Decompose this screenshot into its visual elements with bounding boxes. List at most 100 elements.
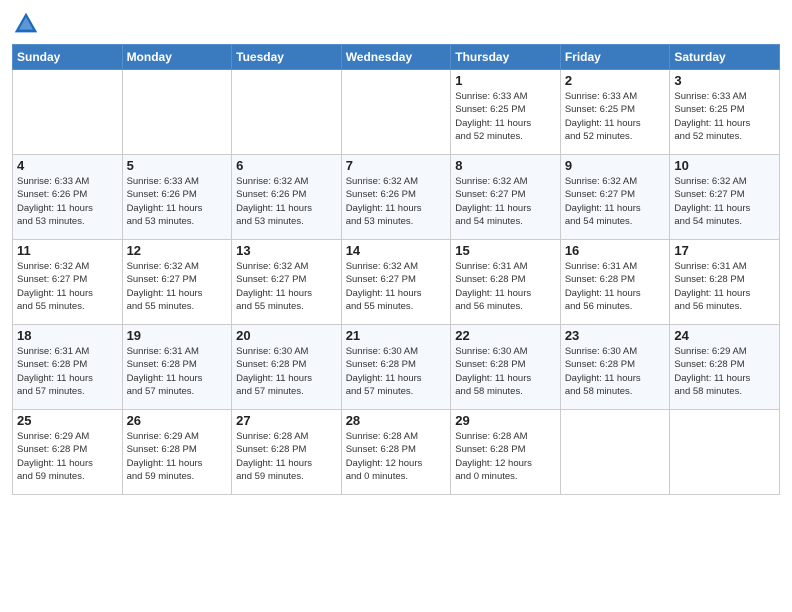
calendar-week-3: 11 Sunrise: 6:32 AMSunset: 6:27 PMDayligh… [13,240,780,325]
calendar-cell: 26 Sunrise: 6:29 AMSunset: 6:28 PMDayligh… [122,410,232,495]
calendar-cell: 6Sunrise: 6:32 AMSunset: 6:26 PMDaylight… [232,155,342,240]
weekday-header-thursday: Thursday [451,45,561,70]
day-number: 8 [455,158,556,173]
day-info: Sunrise: 6:30 AMSunset: 6:28 PMDaylight:… [346,345,447,398]
calendar-week-1: 1 Sunrise: 6:33 AMSunset: 6:25 PMDaylight… [13,70,780,155]
weekday-header-friday: Friday [560,45,670,70]
calendar-cell: 2Sunrise: 6:33 AMSunset: 6:25 PMDaylight… [560,70,670,155]
calendar-cell: 20 Sunrise: 6:30 AMSunset: 6:28 PMDayligh… [232,325,342,410]
day-number: 13 [236,243,337,258]
day-info: Sunrise: 6:28 AMSunset: 6:28 PMDaylight:… [455,430,556,483]
calendar-cell: 18 Sunrise: 6:31 AMSunset: 6:28 PMDayligh… [13,325,123,410]
day-number: 18 [17,328,118,343]
calendar-cell: 4 Sunrise: 6:33 AMSunset: 6:26 PMDaylight… [13,155,123,240]
calendar-cell [560,410,670,495]
day-info: Sunrise: 6:31 AMSunset: 6:28 PMDaylight:… [17,345,118,398]
day-info: Sunrise: 6:32 AMSunset: 6:27 PMDaylight:… [127,260,228,313]
calendar-cell [13,70,123,155]
calendar-cell: 21 Sunrise: 6:30 AMSunset: 6:28 PMDayligh… [341,325,451,410]
calendar-cell: 1 Sunrise: 6:33 AMSunset: 6:25 PMDaylight… [451,70,561,155]
day-number: 11 [17,243,118,258]
day-info: Sunrise: 6:31 AMSunset: 6:28 PMDaylight:… [565,260,666,313]
day-info: Sunrise: 6:32 AMSunset: 6:27 PMDaylight:… [17,260,118,313]
header [12,10,780,38]
day-number: 27 [236,413,337,428]
weekday-header-monday: Monday [122,45,232,70]
day-number: 16 [565,243,666,258]
calendar-cell: 22 Sunrise: 6:30 AMSunset: 6:28 PMDayligh… [451,325,561,410]
weekday-header-sunday: Sunday [13,45,123,70]
day-info: Sunrise: 6:33 AMSunset: 6:25 PMDaylight:… [455,90,556,143]
calendar-cell: 29Sunrise: 6:28 AMSunset: 6:28 PMDayligh… [451,410,561,495]
day-info: Sunrise: 6:31 AMSunset: 6:28 PMDaylight:… [127,345,228,398]
logo-icon [12,10,40,38]
calendar-week-5: 25 Sunrise: 6:29 AMSunset: 6:28 PMDayligh… [13,410,780,495]
calendar-cell [341,70,451,155]
day-info: Sunrise: 6:32 AMSunset: 6:27 PMDaylight:… [236,260,337,313]
day-number: 7 [346,158,447,173]
calendar-cell: 14Sunrise: 6:32 AMSunset: 6:27 PMDayligh… [341,240,451,325]
calendar-week-4: 18 Sunrise: 6:31 AMSunset: 6:28 PMDayligh… [13,325,780,410]
page-container: SundayMondayTuesdayWednesdayThursdayFrid… [0,0,792,505]
calendar-cell [232,70,342,155]
weekday-header-saturday: Saturday [670,45,780,70]
day-number: 1 [455,73,556,88]
calendar-cell: 27 Sunrise: 6:28 AMSunset: 6:28 PMDayligh… [232,410,342,495]
day-info: Sunrise: 6:32 AMSunset: 6:26 PMDaylight:… [346,175,447,228]
calendar-cell: 24 Sunrise: 6:29 AMSunset: 6:28 PMDayligh… [670,325,780,410]
calendar-cell: 19 Sunrise: 6:31 AMSunset: 6:28 PMDayligh… [122,325,232,410]
calendar-week-2: 4 Sunrise: 6:33 AMSunset: 6:26 PMDaylight… [13,155,780,240]
day-number: 5 [127,158,228,173]
weekday-header-tuesday: Tuesday [232,45,342,70]
day-info: Sunrise: 6:28 AMSunset: 6:28 PMDaylight:… [236,430,337,483]
day-info: Sunrise: 6:33 AMSunset: 6:25 PMDaylight:… [565,90,666,143]
day-number: 21 [346,328,447,343]
day-number: 25 [17,413,118,428]
day-number: 19 [127,328,228,343]
day-info: Sunrise: 6:33 AMSunset: 6:25 PMDaylight:… [674,90,775,143]
day-number: 3 [674,73,775,88]
day-info: Sunrise: 6:32 AMSunset: 6:27 PMDaylight:… [565,175,666,228]
day-number: 20 [236,328,337,343]
day-number: 23 [565,328,666,343]
weekday-header-wednesday: Wednesday [341,45,451,70]
day-info: Sunrise: 6:29 AMSunset: 6:28 PMDaylight:… [17,430,118,483]
day-info: Sunrise: 6:30 AMSunset: 6:28 PMDaylight:… [236,345,337,398]
day-number: 17 [674,243,775,258]
calendar-cell: 7 Sunrise: 6:32 AMSunset: 6:26 PMDaylight… [341,155,451,240]
calendar-cell [122,70,232,155]
calendar-cell [670,410,780,495]
calendar-cell: 8 Sunrise: 6:32 AMSunset: 6:27 PMDaylight… [451,155,561,240]
day-info: Sunrise: 6:29 AMSunset: 6:28 PMDaylight:… [674,345,775,398]
day-number: 9 [565,158,666,173]
day-info: Sunrise: 6:32 AMSunset: 6:27 PMDaylight:… [674,175,775,228]
calendar-cell: 13 Sunrise: 6:32 AMSunset: 6:27 PMDayligh… [232,240,342,325]
calendar-cell: 10 Sunrise: 6:32 AMSunset: 6:27 PMDayligh… [670,155,780,240]
day-info: Sunrise: 6:28 AMSunset: 6:28 PMDaylight:… [346,430,447,483]
day-info: Sunrise: 6:33 AMSunset: 6:26 PMDaylight:… [17,175,118,228]
calendar-cell: 5 Sunrise: 6:33 AMSunset: 6:26 PMDaylight… [122,155,232,240]
calendar-cell: 15Sunrise: 6:31 AMSunset: 6:28 PMDayligh… [451,240,561,325]
day-info: Sunrise: 6:32 AMSunset: 6:27 PMDaylight:… [346,260,447,313]
day-info: Sunrise: 6:30 AMSunset: 6:28 PMDaylight:… [565,345,666,398]
day-number: 28 [346,413,447,428]
day-info: Sunrise: 6:29 AMSunset: 6:28 PMDaylight:… [127,430,228,483]
day-info: Sunrise: 6:32 AMSunset: 6:26 PMDaylight:… [236,175,337,228]
day-info: Sunrise: 6:31 AMSunset: 6:28 PMDaylight:… [674,260,775,313]
day-number: 4 [17,158,118,173]
calendar-cell: 23 Sunrise: 6:30 AMSunset: 6:28 PMDayligh… [560,325,670,410]
day-number: 15 [455,243,556,258]
day-number: 22 [455,328,556,343]
calendar-cell: 3 Sunrise: 6:33 AMSunset: 6:25 PMDaylight… [670,70,780,155]
calendar-cell: 9 Sunrise: 6:32 AMSunset: 6:27 PMDaylight… [560,155,670,240]
day-info: Sunrise: 6:33 AMSunset: 6:26 PMDaylight:… [127,175,228,228]
day-info: Sunrise: 6:30 AMSunset: 6:28 PMDaylight:… [455,345,556,398]
calendar-table: SundayMondayTuesdayWednesdayThursdayFrid… [12,44,780,495]
calendar-cell: 17 Sunrise: 6:31 AMSunset: 6:28 PMDayligh… [670,240,780,325]
day-info: Sunrise: 6:32 AMSunset: 6:27 PMDaylight:… [455,175,556,228]
logo [12,10,44,38]
day-number: 26 [127,413,228,428]
calendar-cell: 28 Sunrise: 6:28 AMSunset: 6:28 PMDayligh… [341,410,451,495]
day-number: 24 [674,328,775,343]
day-number: 10 [674,158,775,173]
